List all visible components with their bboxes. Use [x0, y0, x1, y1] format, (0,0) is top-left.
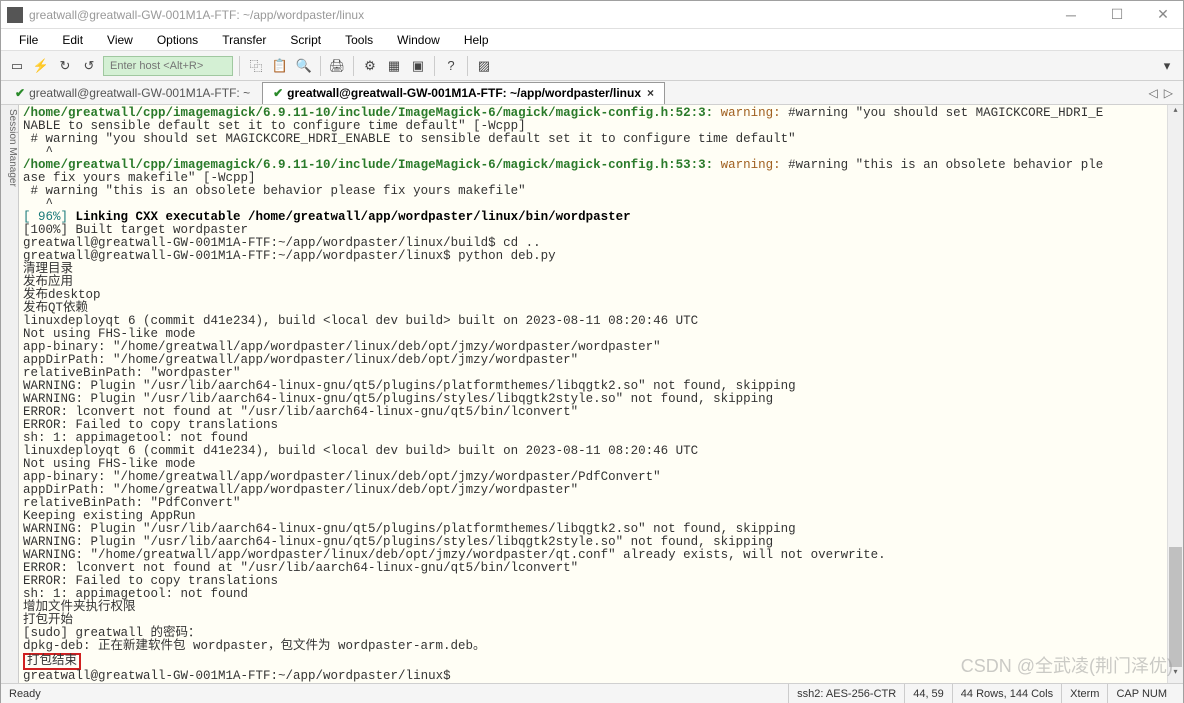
emulation-icon[interactable]: ▣ — [408, 56, 428, 76]
connected-icon: ✔ — [273, 86, 283, 100]
session-manager-icon[interactable]: ▭ — [7, 56, 27, 76]
highlighted-output: 打包结束 — [23, 653, 81, 670]
minimize-button[interactable]: ─ — [1057, 5, 1085, 25]
help-icon[interactable]: ? — [441, 56, 461, 76]
session-options-icon[interactable]: ▦ — [384, 56, 404, 76]
menu-transfer[interactable]: Transfer — [212, 31, 276, 49]
maximize-button[interactable]: ☐ — [1103, 5, 1131, 25]
status-connection: ssh2: AES-256-CTR — [788, 684, 904, 703]
separator — [320, 56, 321, 76]
menubar: File Edit View Options Transfer Script T… — [1, 29, 1183, 51]
close-tab-icon[interactable]: × — [647, 86, 654, 100]
menu-help[interactable]: Help — [454, 31, 499, 49]
scroll-down-icon[interactable]: ▾ — [1168, 667, 1183, 683]
status-ready: Ready — [9, 688, 788, 700]
toggle-icon[interactable]: ▨ — [474, 56, 494, 76]
main: Session Manager /home/greatwall/cpp/imag… — [1, 105, 1183, 683]
statusbar: Ready ssh2: AES-256-CTR 44, 59 44 Rows, … — [1, 683, 1183, 703]
dropdown-icon[interactable]: ▾ — [1157, 56, 1177, 76]
menu-options[interactable]: Options — [147, 31, 208, 49]
find-icon[interactable]: 🔍 — [294, 56, 314, 76]
menu-script[interactable]: Script — [280, 31, 331, 49]
tab-label: greatwall@greatwall-GW-001M1A-FTF: ~/app… — [287, 86, 641, 100]
separator — [434, 56, 435, 76]
host-input[interactable] — [103, 56, 233, 76]
status-caps: CAP NUM — [1107, 684, 1175, 703]
tab-right-icon[interactable]: ▷ — [1164, 86, 1173, 100]
print-icon[interactable]: 🖨 — [327, 56, 347, 76]
session-manager-panel[interactable]: Session Manager — [1, 105, 19, 683]
tab-label: greatwall@greatwall-GW-001M1A-FTF: ~ — [29, 86, 250, 100]
separator — [467, 56, 468, 76]
window-title: greatwall@greatwall-GW-001M1A-FTF: ~/app… — [29, 8, 1057, 22]
terminal[interactable]: /home/greatwall/cpp/imagemagick/6.9.11-1… — [19, 105, 1167, 683]
copy-icon[interactable]: ⿻ — [246, 56, 266, 76]
app-icon — [7, 7, 23, 23]
status-term: Xterm — [1061, 684, 1107, 703]
tab-left-icon[interactable]: ◁ — [1149, 86, 1158, 100]
quick-connect-icon[interactable]: ⚡ — [31, 56, 51, 76]
session-tab-2[interactable]: ✔ greatwall@greatwall-GW-001M1A-FTF: ~/a… — [262, 82, 665, 104]
close-button[interactable]: ✕ — [1149, 5, 1177, 25]
separator — [239, 56, 240, 76]
status-cursor: 44, 59 — [904, 684, 952, 703]
toolbar: ▭ ⚡ ↻ ↺ ⿻ 📋 🔍 🖨 ⚙ ▦ ▣ ? ▨ ▾ — [1, 51, 1183, 81]
tab-scroll: ◁ ▷ — [1149, 86, 1179, 100]
disconnect-icon[interactable]: ↺ — [79, 56, 99, 76]
separator — [353, 56, 354, 76]
menu-file[interactable]: File — [9, 31, 48, 49]
session-tab-1[interactable]: ✔ greatwall@greatwall-GW-001M1A-FTF: ~ — [5, 82, 260, 104]
menu-window[interactable]: Window — [387, 31, 450, 49]
tabbar: ✔ greatwall@greatwall-GW-001M1A-FTF: ~ ✔… — [1, 81, 1183, 105]
menu-edit[interactable]: Edit — [52, 31, 93, 49]
scroll-up-icon[interactable]: ▴ — [1168, 105, 1183, 121]
menu-tools[interactable]: Tools — [335, 31, 383, 49]
reconnect-icon[interactable]: ↻ — [55, 56, 75, 76]
connected-icon: ✔ — [15, 86, 25, 100]
menu-view[interactable]: View — [97, 31, 143, 49]
paste-icon[interactable]: 📋 — [270, 56, 290, 76]
window-controls: ─ ☐ ✕ — [1057, 5, 1177, 25]
scroll-thumb[interactable] — [1169, 547, 1182, 667]
status-size: 44 Rows, 144 Cols — [952, 684, 1061, 703]
settings-icon[interactable]: ⚙ — [360, 56, 380, 76]
titlebar: greatwall@greatwall-GW-001M1A-FTF: ~/app… — [1, 1, 1183, 29]
terminal-scrollbar[interactable]: ▴ ▾ — [1167, 105, 1183, 683]
